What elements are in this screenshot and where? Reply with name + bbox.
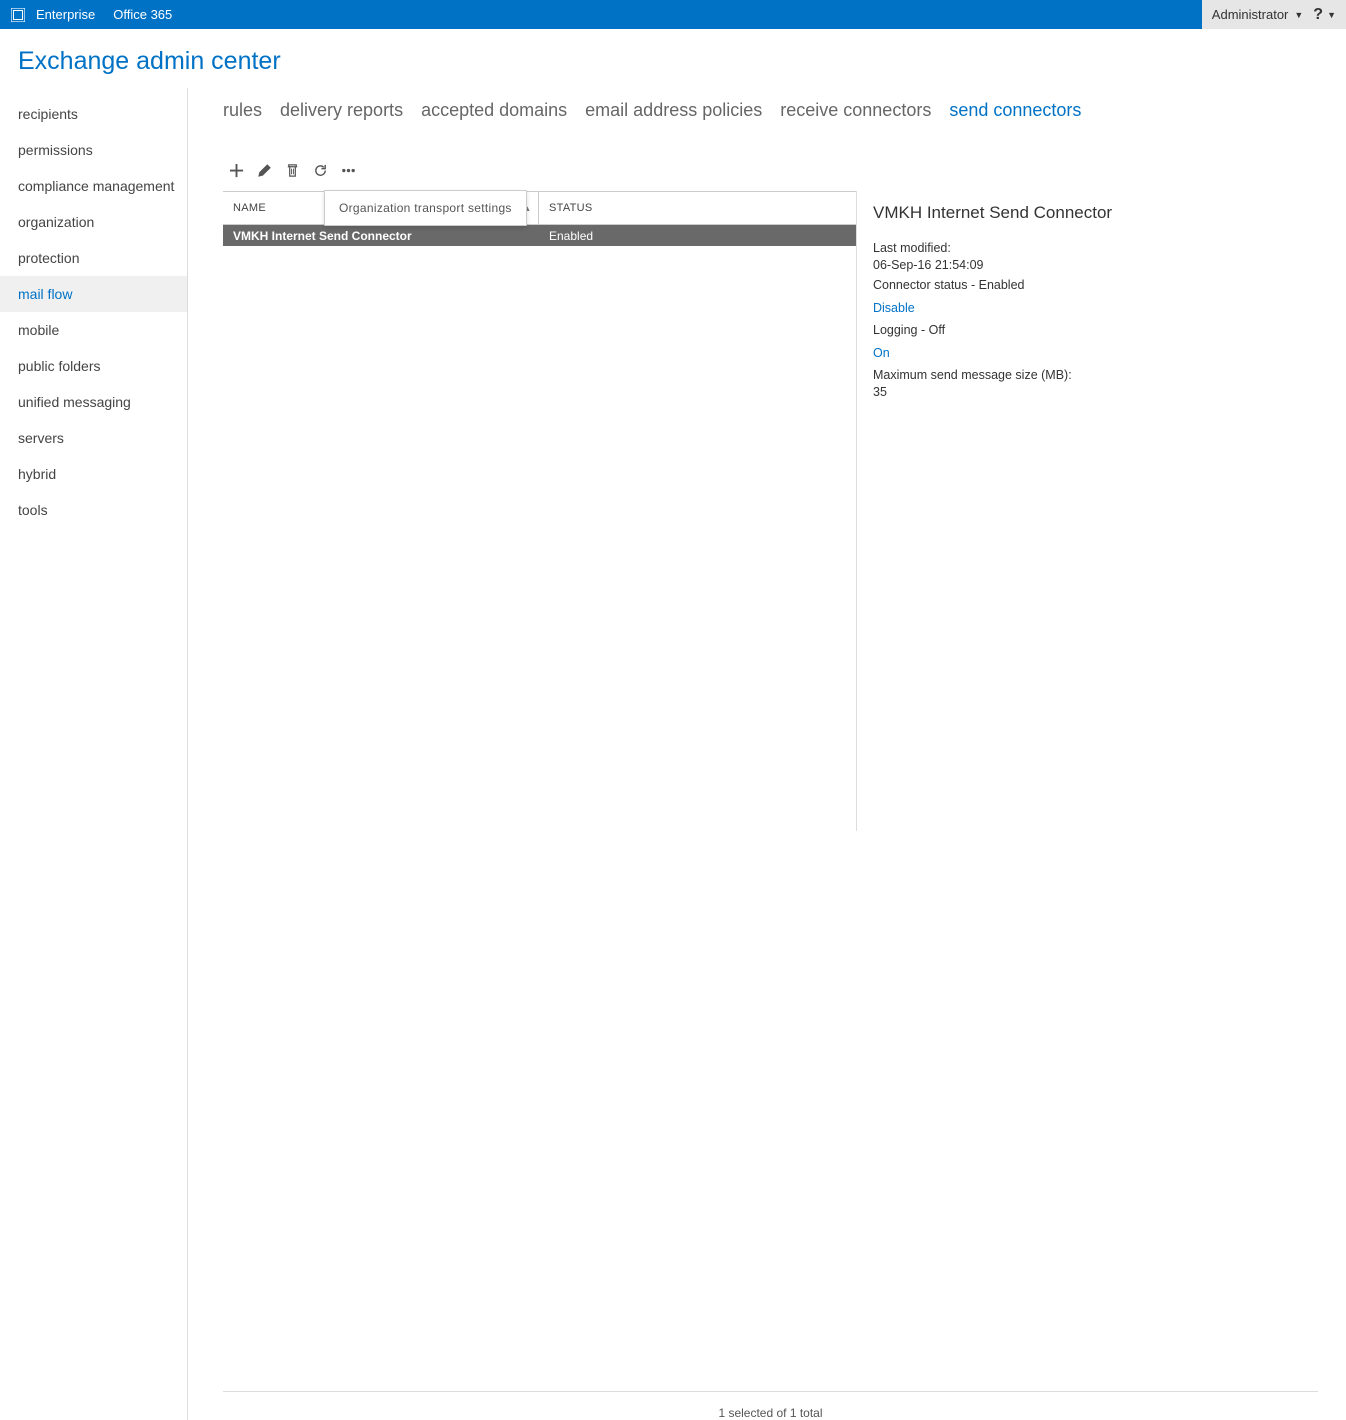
modified-label: Last modified:: [873, 241, 1346, 255]
cell-status: Enabled: [539, 229, 849, 243]
cell-name: VMKH Internet Send Connector: [223, 225, 539, 246]
col-name-label: NAME: [233, 202, 266, 214]
status-footer: 1 selected of 1 total: [223, 1391, 1318, 1420]
sidebar-item-mailflow[interactable]: mail flow: [0, 276, 187, 312]
table-header: NAME Organization transport settings ▲ S…: [223, 191, 856, 225]
caret-down-icon: ▼: [1327, 10, 1336, 20]
details-panel: VMKH Internet Send Connector Last modifi…: [856, 191, 1346, 831]
nav-enterprise[interactable]: Enterprise: [36, 7, 95, 22]
tab-delivery-reports[interactable]: delivery reports: [280, 100, 403, 121]
caret-down-icon: ▼: [1294, 10, 1313, 20]
sidebar: recipients permissions compliance manage…: [0, 88, 188, 1420]
tab-send-connectors[interactable]: send connectors: [949, 100, 1081, 121]
sidebar-item-unifiedmessaging[interactable]: unified messaging: [0, 384, 187, 420]
top-bar: Enterprise Office 365 Administrator ▼ ? …: [0, 0, 1346, 29]
on-link[interactable]: On: [873, 346, 890, 360]
sidebar-item-permissions[interactable]: permissions: [0, 132, 187, 168]
main-content: rules delivery reports accepted domains …: [188, 88, 1346, 1420]
sidebar-item-publicfolders[interactable]: public folders: [0, 348, 187, 384]
tab-receive-connectors[interactable]: receive connectors: [780, 100, 931, 121]
sidebar-item-hybrid[interactable]: hybrid: [0, 456, 187, 492]
col-status[interactable]: STATUS: [539, 202, 849, 214]
refresh-button[interactable]: [311, 161, 329, 179]
more-button[interactable]: [339, 161, 357, 179]
tab-rules[interactable]: rules: [223, 100, 262, 121]
maxsize-label: Maximum send message size (MB):: [873, 368, 1346, 382]
tab-email-policies[interactable]: email address policies: [585, 100, 762, 121]
col-name[interactable]: NAME Organization transport settings ▲: [223, 192, 539, 224]
modified-value: 06-Sep-16 21:54:09: [873, 258, 1346, 272]
sidebar-item-protection[interactable]: protection: [0, 240, 187, 276]
nav-office365[interactable]: Office 365: [113, 7, 172, 22]
sidebar-item-organization[interactable]: organization: [0, 204, 187, 240]
sidebar-item-tools[interactable]: tools: [0, 492, 187, 528]
tabs: rules delivery reports accepted domains …: [223, 100, 1346, 121]
page-title: Exchange admin center: [0, 29, 1346, 88]
sidebar-item-servers[interactable]: servers: [0, 420, 187, 456]
toolbar: [223, 161, 1346, 179]
tab-accepted-domains[interactable]: accepted domains: [421, 100, 567, 121]
logging-status: Logging - Off: [873, 323, 1346, 337]
user-area: Administrator ▼ ? ▼: [1202, 0, 1346, 29]
sidebar-item-recipients[interactable]: recipients: [0, 96, 187, 132]
maxsize-value: 35: [873, 385, 1346, 399]
delete-button[interactable]: [283, 161, 301, 179]
sidebar-item-mobile[interactable]: mobile: [0, 312, 187, 348]
edit-button[interactable]: [255, 161, 273, 179]
sidebar-item-compliance[interactable]: compliance management: [0, 168, 187, 204]
table-row[interactable]: VMKH Internet Send Connector Enabled: [223, 225, 856, 246]
office-logo-icon: [10, 7, 26, 23]
list-area: NAME Organization transport settings ▲ S…: [223, 191, 856, 831]
tooltip: Organization transport settings: [324, 190, 527, 226]
connector-status: Connector status - Enabled: [873, 278, 1346, 292]
user-menu[interactable]: Administrator: [1212, 7, 1295, 22]
help-button[interactable]: ?: [1313, 6, 1327, 24]
add-button[interactable]: [227, 161, 245, 179]
details-title: VMKH Internet Send Connector: [873, 203, 1346, 223]
disable-link[interactable]: Disable: [873, 301, 915, 315]
